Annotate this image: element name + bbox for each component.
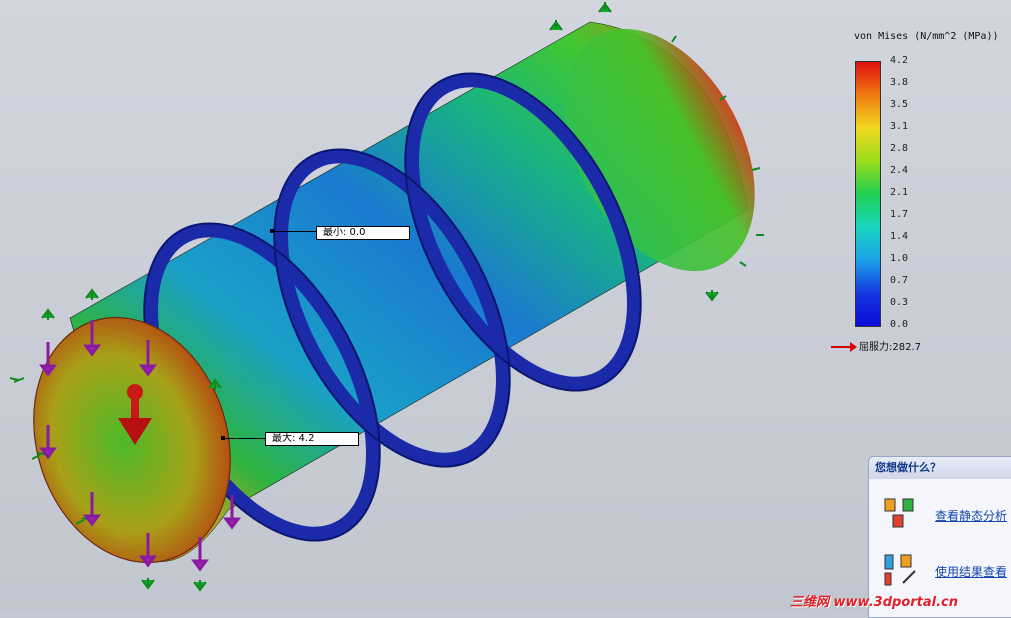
legend-colorbar [855,61,881,327]
legend-tick: 1.0 [890,253,909,264]
use-results-view-link[interactable]: 使用结果查看 [935,563,1007,580]
legend-tick: 4.2 [890,55,909,66]
legend-tick: 3.8 [890,77,909,88]
legend-tick: 0.0 [890,319,909,330]
legend-tick: 3.1 [890,121,909,132]
max-probe-label[interactable]: 最大: 4.2 [265,432,359,446]
max-probe-leader [224,438,266,439]
yield-strength: 屈服力:282.7 [831,338,921,353]
legend-title: von Mises (N/mm^2 (MPa)) [854,31,999,42]
static-study-icon [884,498,914,528]
min-probe-label[interactable]: 最小: 0.0 [316,226,410,240]
result-view-icon [884,554,916,586]
legend-tick: 2.4 [890,165,909,176]
legend-tick: 0.7 [890,275,909,286]
legend-tick: 1.4 [890,231,909,242]
task-panel-title: 您想做什么？ [869,457,1011,479]
legend-tick: 1.7 [890,209,909,220]
legend-tick: 3.5 [890,99,909,110]
watermark: 三维网 www.3dportal.cn [790,595,959,610]
yield-label: 屈服力:282.7 [859,342,921,353]
view-static-analysis-link[interactable]: 查看静态分析 [935,507,1007,524]
legend-tick: 2.8 [890,143,909,154]
min-probe-leader [273,231,317,232]
legend-tick: 0.3 [890,297,909,308]
graphics-viewport[interactable]: 最小: 0.0 最大: 4.2 von Mises (N/mm^2 (MPa))… [0,0,1011,618]
legend-tick: 2.1 [890,187,909,198]
yield-arrow-icon [831,342,857,352]
